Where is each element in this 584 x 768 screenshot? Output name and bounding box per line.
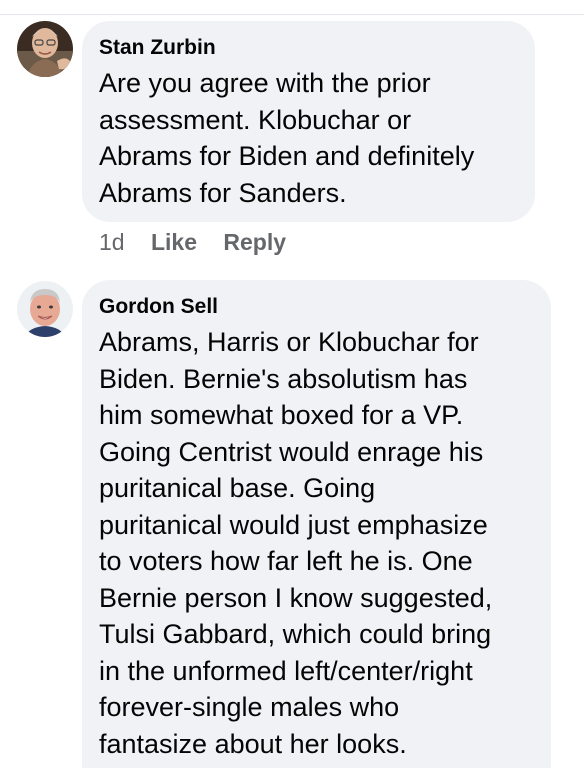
comment-text-line: puritanical would just emphasize (99, 509, 488, 540)
person-photo-avatar-icon (17, 21, 73, 77)
comment-text-line: in the unformed left/center/right (99, 655, 473, 686)
comment-text-line: assessment. Klobuchar or (99, 104, 412, 135)
comment-text-line: Going Centrist would enrage his (99, 436, 484, 467)
comment-text-line: fantasize about her looks. (99, 728, 407, 759)
comment-text-line: Biden. Bernie's absolutism has (99, 363, 468, 394)
comment-text-line: puritanical base. Going (99, 473, 376, 503)
comment-text-line: him somewhat boxed for a VP. (99, 400, 464, 430)
comment-text-line: Tulsi Gabbard, which could bring (99, 619, 492, 649)
comment-text: Are you agree with the prior assessment.… (99, 65, 517, 211)
person-photo-avatar-icon (17, 281, 73, 337)
comment-text-line: Are you agree with the prior (99, 68, 431, 98)
comment-actions: 1d Like Reply (99, 228, 286, 256)
comment-text-line: Bernie person I know suggested, (99, 582, 493, 613)
comment-timestamp: 1d (99, 229, 125, 255)
comment-bubble: Stan Zurbin Are you agree with the prior… (82, 21, 535, 222)
avatar[interactable] (17, 21, 73, 77)
like-button[interactable]: Like (151, 228, 197, 256)
reply-button[interactable]: Reply (223, 228, 286, 256)
avatar[interactable] (17, 281, 73, 337)
comment-text-line: Abrams for Biden and definitely (99, 141, 475, 171)
comment-bubble: Gordon Sell Abrams, Harris or Klobuchar … (82, 280, 551, 768)
top-divider (0, 14, 584, 15)
comment-author[interactable]: Stan Zurbin (99, 35, 517, 61)
comment-text-line: to voters how far left he is. One (99, 546, 473, 576)
comment-text-line: Abrams, Harris or Klobuchar for (99, 327, 479, 357)
comment-text-line: forever-single males who (99, 692, 400, 722)
comment-text-line: Abrams for Sanders. (99, 177, 347, 208)
comment-author[interactable]: Gordon Sell (99, 294, 533, 320)
comment-text: Abrams, Harris or Klobuchar for Biden. B… (99, 324, 533, 762)
